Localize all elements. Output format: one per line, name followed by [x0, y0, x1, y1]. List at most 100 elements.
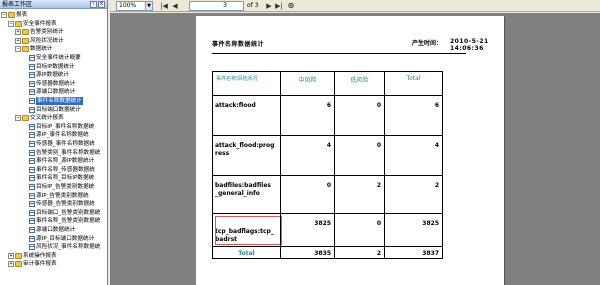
low-risk-cell: 0: [334, 214, 384, 246]
binoculars-icon[interactable]: ⊛: [286, 1, 296, 11]
report-document-icon: [29, 158, 35, 165]
first-page-button[interactable]: |◀: [159, 1, 169, 11]
report-viewer-canvas[interactable]: 事件名称数据统计 产生时间： 2010-5-21 14:06:36 事件名称\风…: [110, 13, 600, 285]
event-name-cell: tcp_badflags:tcp_ badrst: [212, 214, 282, 246]
table-row: attack:flood 6 0 6: [212, 96, 443, 136]
report-document-icon: [29, 209, 35, 216]
tree-report-item[interactable]: 目标IP数据统计: [22, 63, 75, 71]
tree-item-label: 安全事件报表: [23, 20, 57, 27]
total-cell: 3825: [384, 214, 443, 246]
tree-report-item[interactable]: 目标端口_告警类别数据统: [22, 209, 100, 217]
tree-item-label: 源IP数据统计: [36, 72, 69, 79]
tree-report-item[interactable]: 源IP_告警类别数据统: [22, 192, 89, 200]
tree-item-label: 事件名称_传感器数据统: [36, 166, 95, 173]
close-icon[interactable]: ×: [98, 0, 105, 8]
low-risk-cell: 0: [334, 96, 384, 135]
folder-icon: [8, 12, 15, 18]
tree-folder-item[interactable]: − 安全事件报表: [8, 20, 57, 28]
tree-report-item[interactable]: 事件名称_目标IP数据统: [22, 174, 94, 182]
tree-item-label: 传感器_事件名称数据统: [36, 141, 95, 147]
tree-folder-item[interactable]: − 交叉统计报表: [15, 114, 64, 122]
tree-report-item[interactable]: 目标IP_事件名称数据统: [22, 123, 94, 131]
expand-toggle-icon[interactable]: +: [15, 37, 21, 44]
report-document-icon: [29, 55, 35, 61]
tree-folder-item[interactable]: + 系统操作报表: [8, 252, 57, 260]
tree-item-label: 数据统计: [30, 46, 53, 53]
tree-report-item[interactable]: 源端口数据统计: [22, 88, 75, 96]
expand-toggle-icon[interactable]: +: [15, 29, 21, 36]
mid-risk-total-cell: 3835: [280, 247, 334, 258]
page-number-input[interactable]: 3: [189, 1, 244, 11]
tree-report-item[interactable]: 目标IP_告警类别数据统: [22, 183, 94, 191]
tree-report-item[interactable]: 传感器数据统计: [22, 80, 75, 88]
report-document-icon: [29, 141, 35, 147]
total-label-cell: Total: [212, 247, 280, 258]
tree-report-item[interactable]: 源端口数据统计: [22, 226, 75, 234]
table-row: badfiles:badfiles _general_info 0 2 2: [212, 176, 443, 214]
tree-item-label: 事件名称数据统计: [36, 97, 83, 105]
tree-report-item[interactable]: 事件名称_传感器数据统: [22, 166, 95, 174]
tree-folder-item[interactable]: + 审计事件报表: [8, 260, 57, 268]
tree-item-label: 系统操作报表: [23, 252, 57, 259]
tree-item-label: 源IP_事件名称数据统: [36, 132, 89, 139]
tree-item-label: 事件名称_目标IP数据统: [36, 175, 95, 182]
tree-report-item[interactable]: 风险状况_事件名称数据统: [22, 243, 100, 251]
tree-report-item[interactable]: 目标端口数据统计: [22, 106, 81, 114]
tree-report-item[interactable]: 源IP_事件名称数据统: [22, 131, 89, 139]
collapse-panel-icon[interactable]: ‹: [90, 0, 97, 8]
collapse-toggle-icon[interactable]: −: [15, 46, 21, 53]
tree-folder-item[interactable]: − 数据统计: [15, 45, 52, 53]
report-document-icon: [29, 132, 35, 139]
expand-toggle-icon[interactable]: +: [8, 252, 14, 259]
previous-page-button[interactable]: ◀: [170, 1, 180, 11]
folder-icon: [22, 37, 29, 44]
tree-report-item[interactable]: 事件名称数据统计: [22, 97, 83, 105]
tree-report-item[interactable]: 告警类别_事件名称数据统: [22, 149, 100, 157]
tree-report-item[interactable]: 事件名称_告警类别数据统: [22, 217, 100, 225]
table-row: tcp_badflags:tcp_ badrst 3825 0 3825: [212, 214, 443, 247]
tree-report-item[interactable]: 传感器_告警类别数据统: [22, 200, 95, 208]
generated-time-label: 产生时间：: [412, 40, 443, 47]
mid-risk-cell: 0: [280, 176, 334, 213]
tree-item-label: 风险状况统计: [30, 37, 64, 44]
report-document-icon: [29, 123, 35, 130]
collapse-toggle-icon[interactable]: −: [15, 115, 21, 122]
report-document-icon: [29, 175, 35, 182]
next-page-button[interactable]: ▶: [264, 1, 274, 11]
last-page-button[interactable]: ▶|: [274, 1, 284, 11]
tree-folder-item[interactable]: − 报表: [1, 11, 27, 19]
header-divider: [212, 53, 466, 54]
tree-item-label: 风险状况_事件名称数据统: [36, 244, 101, 251]
tree-item-label: 审计事件报表: [23, 261, 57, 268]
expand-toggle-icon[interactable]: +: [8, 261, 14, 268]
tree-report-item[interactable]: 源IP数据统计: [22, 71, 69, 79]
tree-folder-item[interactable]: + 风险状况统计: [15, 37, 64, 45]
tree-report-item[interactable]: 安全事件统计概要: [22, 54, 81, 62]
collapse-toggle-icon[interactable]: −: [1, 12, 7, 18]
header-cell-event-risk: 事件名称\风险状况: [212, 72, 280, 95]
zoom-select[interactable]: 100% ▼: [116, 1, 153, 11]
folder-icon: [15, 20, 22, 27]
tree-item-label: 交叉统计报表: [30, 115, 64, 122]
tree-report-item[interactable]: 传感器_事件名称数据统: [22, 140, 95, 148]
tree-report-item[interactable]: 事件名称_源IP数据统计: [22, 157, 94, 165]
table-row: attack_flood:prog ress 4 0 4: [212, 136, 443, 176]
collapse-toggle-icon[interactable]: −: [8, 20, 14, 27]
tree-folder-item[interactable]: + 告警类别统计: [15, 28, 64, 36]
tree-item-label: 事件名称_告警类别数据统: [36, 218, 101, 225]
chevron-down-icon[interactable]: ▼: [145, 2, 152, 10]
report-document-icon: [29, 106, 35, 113]
panel-header: 报表工作区 ‹ ×: [0, 0, 107, 9]
tree-report-item[interactable]: 源IP_目标端口数据统计: [22, 235, 94, 243]
total-cell: 6: [384, 96, 443, 135]
